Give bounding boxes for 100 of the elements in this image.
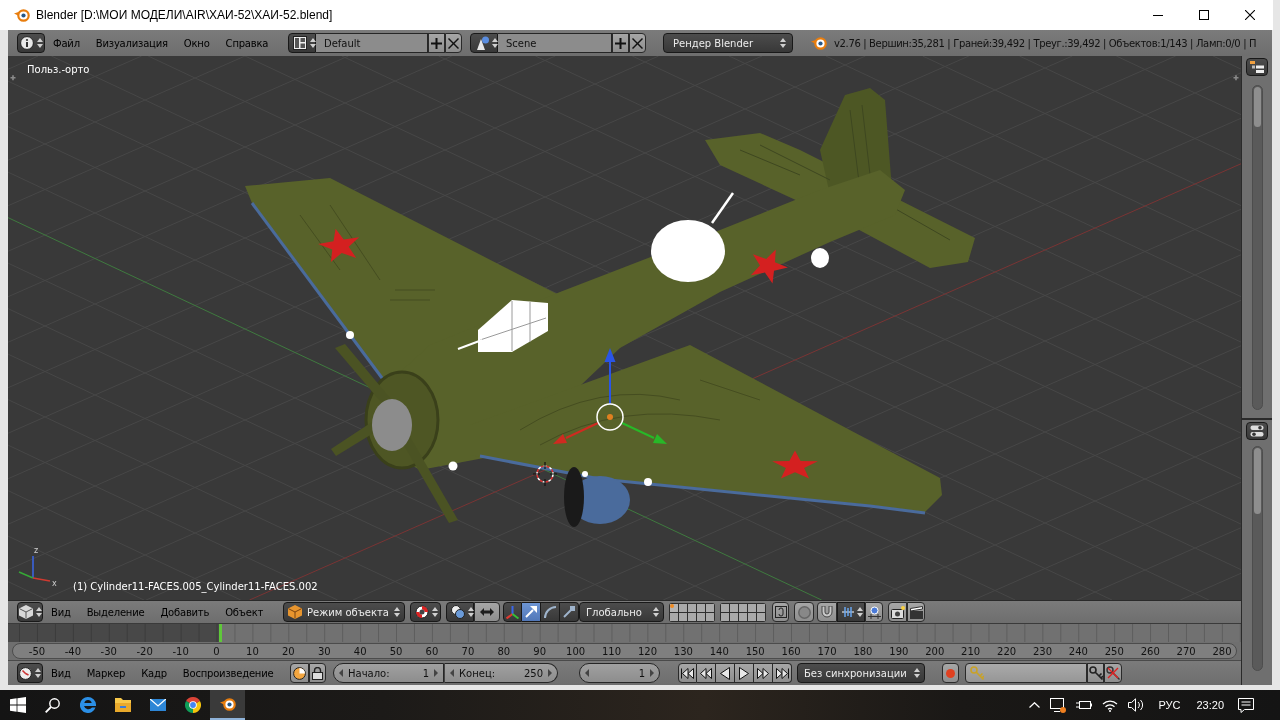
delete-keyframe-button[interactable] (1104, 663, 1122, 683)
sync-dropdown[interactable]: Без синхронизации (797, 663, 925, 683)
speaker-icon[interactable] (1128, 698, 1145, 712)
layer-button[interactable] (757, 603, 765, 612)
plus-icon[interactable] (10, 75, 16, 81)
menu-item[interactable]: Кадр (133, 663, 175, 683)
layer-button[interactable] (721, 612, 729, 621)
layer-button[interactable] (730, 603, 738, 612)
menu-item[interactable]: Окно (175, 33, 218, 53)
play-button[interactable] (735, 663, 754, 683)
editor-type-button[interactable] (1246, 58, 1268, 76)
scrollbar-track[interactable] (1251, 85, 1263, 410)
chevron-up-icon[interactable] (1029, 702, 1041, 708)
clock-time[interactable]: 23:20 (1196, 699, 1224, 711)
jump-start-button[interactable] (678, 663, 697, 683)
delete-button[interactable] (629, 33, 646, 53)
insert-keyframe-button[interactable] (1087, 663, 1104, 683)
lock-camera-button[interactable] (772, 602, 789, 622)
layer-button[interactable] (679, 612, 687, 621)
menu-item[interactable]: Вид (43, 602, 79, 622)
menu-item[interactable]: Справка (217, 33, 277, 53)
layer-button[interactable] (730, 612, 738, 621)
render-engine-dropdown[interactable]: Рендер Blender (663, 33, 793, 53)
keying-set-field[interactable] (965, 663, 1087, 683)
lock-range-button[interactable] (309, 663, 326, 683)
current-frame-field[interactable]: 1 (579, 663, 660, 683)
transform-tool-button[interactable] (560, 602, 579, 622)
circle-icon (797, 605, 811, 619)
menu-item[interactable]: Вид (43, 663, 79, 683)
end-frame-field[interactable]: Конец: 250 (444, 663, 558, 683)
transform-tool-button[interactable] (541, 602, 560, 622)
taskbar-app-button[interactable] (210, 690, 245, 720)
record-button[interactable] (942, 663, 959, 683)
editor-type-button[interactable] (17, 602, 43, 622)
scene-browse-button[interactable] (470, 33, 498, 53)
up-down-arrows-icon (310, 37, 316, 49)
layer-button[interactable] (748, 603, 756, 612)
menu-item[interactable]: Маркер (78, 663, 134, 683)
frame-number: -50 (28, 645, 46, 657)
layer-button[interactable] (748, 612, 756, 621)
layout-name-field[interactable]: Default (316, 33, 428, 53)
add-button[interactable] (428, 33, 445, 53)
layer-button[interactable] (706, 612, 714, 621)
layer-button[interactable] (688, 603, 696, 612)
axis-arrows-icon[interactable] (553, 348, 667, 444)
mode-dropdown[interactable]: Режим объекта (283, 602, 405, 622)
jump-end-button[interactable] (773, 663, 792, 683)
manipulator-toggle-button[interactable] (503, 602, 522, 622)
editor-type-button[interactable] (17, 33, 45, 53)
layer-button[interactable] (679, 603, 687, 612)
layer-button[interactable] (721, 603, 729, 612)
pivot-dropdown[interactable] (410, 602, 441, 622)
message-icon[interactable] (1238, 697, 1254, 713)
language-indicator[interactable]: РУС (1158, 699, 1181, 711)
proportional-edit-button[interactable] (794, 602, 814, 622)
menu-item[interactable]: Воспроизведение (174, 663, 282, 683)
scrollbar-track[interactable] (1251, 446, 1263, 671)
shading-dropdown[interactable] (446, 602, 474, 622)
menu-item[interactable]: Объект (217, 602, 272, 622)
layer-button[interactable] (739, 603, 747, 612)
menu-item[interactable]: Визуализация (87, 33, 176, 53)
layer-button[interactable] (739, 612, 747, 621)
snap-target-button[interactable] (865, 602, 883, 622)
scrollbar-thumb[interactable] (1253, 87, 1261, 127)
layer-button[interactable] (697, 603, 705, 612)
display-icon[interactable] (1050, 697, 1067, 713)
next-keyframe-button[interactable] (754, 663, 773, 683)
wifi-icon[interactable] (1102, 698, 1119, 712)
play-reverse-button[interactable] (716, 663, 735, 683)
scene-name-field[interactable]: Scene (498, 33, 612, 53)
layer-button[interactable] (670, 603, 678, 612)
render-image-button[interactable] (888, 602, 907, 622)
layer-button[interactable] (688, 612, 696, 621)
menu-item[interactable]: Выделение (78, 602, 153, 622)
preview-range-button[interactable] (290, 663, 309, 683)
layer-button[interactable] (670, 612, 678, 621)
render-animation-button[interactable] (907, 602, 925, 622)
add-button[interactable] (612, 33, 629, 53)
previous-keyframe-button[interactable] (697, 663, 716, 683)
window-title: Blender [D:\МОИ МОДЕЛИ\AIR\ХАИ-52\ХАИ-52.blend] (36, 8, 334, 22)
delete-button[interactable] (445, 33, 462, 53)
occlusion-button[interactable] (474, 602, 500, 622)
snap-element-dropdown[interactable] (837, 602, 865, 622)
editor-type-button[interactable] (17, 663, 43, 683)
transform-tool-button[interactable] (522, 602, 541, 622)
layout-browse-button[interactable] (288, 33, 316, 53)
start-frame-field[interactable]: Начало: 1 (333, 663, 444, 683)
editor-type-button[interactable] (1246, 422, 1268, 440)
snap-button[interactable] (817, 602, 837, 622)
layer-button[interactable] (706, 603, 714, 612)
layer-button[interactable] (757, 612, 765, 621)
battery-icon[interactable] (1076, 700, 1093, 710)
scrollbar-thumb[interactable] (1253, 448, 1261, 514)
menu-item[interactable]: Файл (45, 33, 88, 53)
plus-icon[interactable] (1233, 75, 1239, 81)
menu-item[interactable]: Добавить (152, 602, 218, 622)
current-frame-marker[interactable] (218, 624, 222, 642)
frame-ruler[interactable]: -50 -40 -30 -20 -10 0 10 20 30 40 50 60 70 80 90 100 110 120 130 140 150 160 170 180 190 200 210 220 230 240 250 260 270 280 (12, 643, 1237, 659)
layer-button[interactable] (697, 612, 705, 621)
orientation-dropdown[interactable]: Глобально (579, 602, 664, 622)
